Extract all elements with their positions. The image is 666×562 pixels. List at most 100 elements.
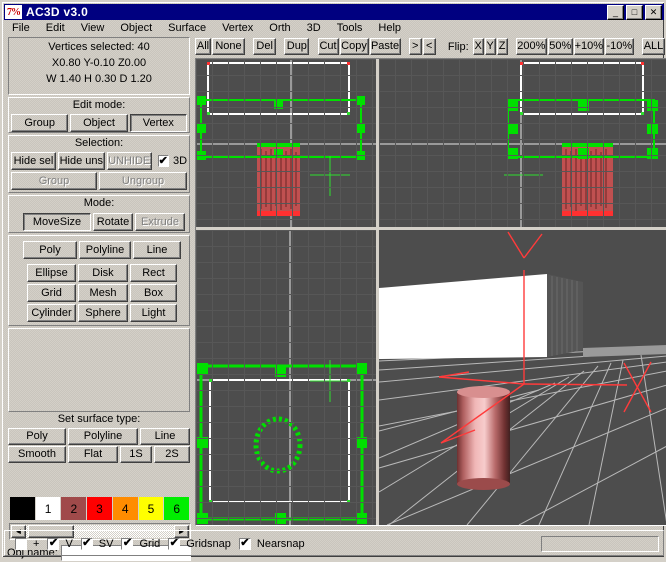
- close-icon: ✕: [650, 8, 658, 17]
- surface-type-label: Set surface type:: [8, 412, 190, 426]
- select-all-button[interactable]: All: [195, 38, 211, 55]
- status-checkbox-sv[interactable]: ✔ SV: [81, 538, 114, 550]
- create-poly-button[interactable]: Poly: [23, 241, 77, 259]
- viewport-3d-perspective[interactable]: [379, 230, 666, 525]
- color-swatch-5[interactable]: 5: [139, 497, 165, 520]
- rotate-button[interactable]: Rotate: [93, 213, 133, 231]
- surface-polyline-button[interactable]: Polyline: [68, 428, 138, 445]
- surface-line-button[interactable]: Line: [140, 428, 190, 445]
- minimize-icon: _: [613, 8, 618, 17]
- viewport-grid: [196, 59, 376, 227]
- checkbox-box[interactable]: ✔: [81, 538, 93, 550]
- close-button[interactable]: ✕: [645, 5, 662, 20]
- checkbox-box[interactable]: ✔: [121, 538, 133, 550]
- surface-flat-button[interactable]: Flat: [68, 446, 118, 463]
- maximize-icon: □: [632, 8, 637, 17]
- flip-x-button[interactable]: X: [473, 38, 484, 55]
- color-swatch-label: 3: [96, 502, 103, 516]
- cut-button[interactable]: Cut: [318, 38, 339, 55]
- group-button[interactable]: Group: [11, 172, 97, 190]
- color-swatch-2[interactable]: 2: [61, 497, 87, 520]
- menu-item-view[interactable]: View: [73, 22, 113, 35]
- create-mesh-button[interactable]: Mesh: [78, 284, 128, 302]
- next-button[interactable]: >: [409, 38, 422, 55]
- create-box-button[interactable]: Box: [130, 284, 177, 302]
- movesize-button[interactable]: MoveSize: [23, 213, 91, 231]
- flip-y-button[interactable]: Y: [485, 38, 496, 55]
- viewport-front-ortho[interactable]: [196, 59, 376, 227]
- viewport-top-ortho[interactable]: [196, 230, 376, 525]
- create-grid-button[interactable]: Grid: [27, 284, 76, 302]
- create-rect-button[interactable]: Rect: [130, 264, 177, 282]
- duplicate-button[interactable]: Dup: [284, 38, 309, 55]
- create-disk-button[interactable]: Disk: [78, 264, 128, 282]
- status-checkbox-v[interactable]: ✔ V: [47, 538, 72, 550]
- surface-poly-button[interactable]: Poly: [8, 428, 66, 445]
- color-swatch-3[interactable]: 3: [87, 497, 113, 520]
- unhide-button[interactable]: UNHIDE: [107, 152, 152, 170]
- checkbox-box[interactable]: ✔: [239, 538, 251, 550]
- status-checkbox-gridsnap[interactable]: ✔ Gridsnap: [168, 538, 231, 550]
- menu-item-help[interactable]: Help: [370, 22, 409, 35]
- dimensions-text: W 1.40 H 0.30 D 1.20: [9, 70, 189, 86]
- color-swatch-1[interactable]: 1: [36, 497, 62, 520]
- menu-item-3d[interactable]: 3D: [299, 22, 329, 35]
- status-checkbox-plus[interactable]: +: [15, 538, 39, 550]
- create-sphere-button[interactable]: Sphere: [78, 304, 128, 322]
- minimize-button[interactable]: _: [607, 5, 624, 20]
- checkmark-icon: ✔: [82, 539, 91, 548]
- surface-2s-button[interactable]: 2S: [154, 446, 190, 463]
- empty-panel-area: [8, 328, 190, 412]
- window-title: AC3D v3.0: [26, 5, 88, 19]
- zoom-50-button[interactable]: 50%: [548, 38, 573, 55]
- menu-item-tools[interactable]: Tools: [329, 22, 371, 35]
- zoom-minus-10-button[interactable]: -10%: [605, 38, 634, 55]
- mode-label: Mode:: [9, 196, 189, 210]
- color-swatch-4[interactable]: 4: [113, 497, 139, 520]
- menu-item-vertex[interactable]: Vertex: [214, 22, 261, 35]
- color-swatch-6[interactable]: 6: [164, 497, 190, 520]
- extrude-button[interactable]: Extrude: [135, 213, 185, 231]
- selection-info-box: Vertices selected: 40 X0.80 Y-0.10 Z0.00…: [8, 37, 190, 95]
- edit-mode-object-button[interactable]: Object: [70, 114, 127, 132]
- flip-z-button[interactable]: Z: [497, 38, 508, 55]
- color-swatch-label: 2: [70, 502, 77, 516]
- checkmark-icon: ✔: [159, 157, 168, 166]
- previous-button[interactable]: <: [423, 38, 436, 55]
- ungroup-button[interactable]: Ungroup: [99, 172, 187, 190]
- hide-unselected-button[interactable]: Hide uns: [58, 152, 105, 170]
- menu-item-surface[interactable]: Surface: [160, 22, 214, 35]
- create-cylinder-button[interactable]: Cylinder: [27, 304, 76, 322]
- select-none-button[interactable]: None: [212, 38, 245, 55]
- zoom-plus-10-button[interactable]: +10%: [574, 38, 604, 55]
- mode-box: Mode: MoveSize Rotate Extrude: [8, 195, 190, 233]
- edit-mode-vertex-button[interactable]: Vertex: [130, 114, 187, 132]
- surface-smooth-button[interactable]: Smooth: [8, 446, 66, 463]
- checkbox-box[interactable]: ✔: [47, 538, 59, 550]
- toolbar-gap: [246, 46, 253, 47]
- zoom-200-button[interactable]: 200%: [516, 38, 547, 55]
- menu-item-file[interactable]: File: [4, 22, 38, 35]
- color-swatch-0[interactable]: [10, 497, 36, 520]
- hide-selected-button[interactable]: Hide sel: [11, 152, 56, 170]
- edit-mode-group-button[interactable]: Group: [11, 114, 68, 132]
- menu-item-edit[interactable]: Edit: [38, 22, 73, 35]
- create-light-button[interactable]: Light: [130, 304, 177, 322]
- checkbox-box[interactable]: ✔: [168, 538, 180, 550]
- checkbox-box[interactable]: [15, 538, 27, 550]
- status-checkbox-grid[interactable]: ✔ Grid: [121, 538, 160, 550]
- delete-button[interactable]: Del: [253, 38, 276, 55]
- zoom-all-button[interactable]: ALL: [642, 38, 665, 55]
- status-checkbox-nearsnap[interactable]: ✔ Nearsnap: [239, 538, 305, 550]
- menu-item-object[interactable]: Object: [112, 22, 160, 35]
- copy-button[interactable]: Copy: [340, 38, 369, 55]
- maximize-button[interactable]: □: [626, 5, 643, 20]
- create-polyline-button[interactable]: Polyline: [79, 241, 131, 259]
- create-line-button[interactable]: Line: [133, 241, 181, 259]
- viewport-side-ortho[interactable]: [379, 59, 666, 227]
- paste-button[interactable]: Paste: [370, 38, 401, 55]
- menu-item-orth[interactable]: Orth: [261, 22, 298, 35]
- three-d-checkbox[interactable]: ✔: [158, 155, 169, 167]
- create-ellipse-button[interactable]: Ellipse: [27, 264, 76, 282]
- surface-1s-button[interactable]: 1S: [120, 446, 152, 463]
